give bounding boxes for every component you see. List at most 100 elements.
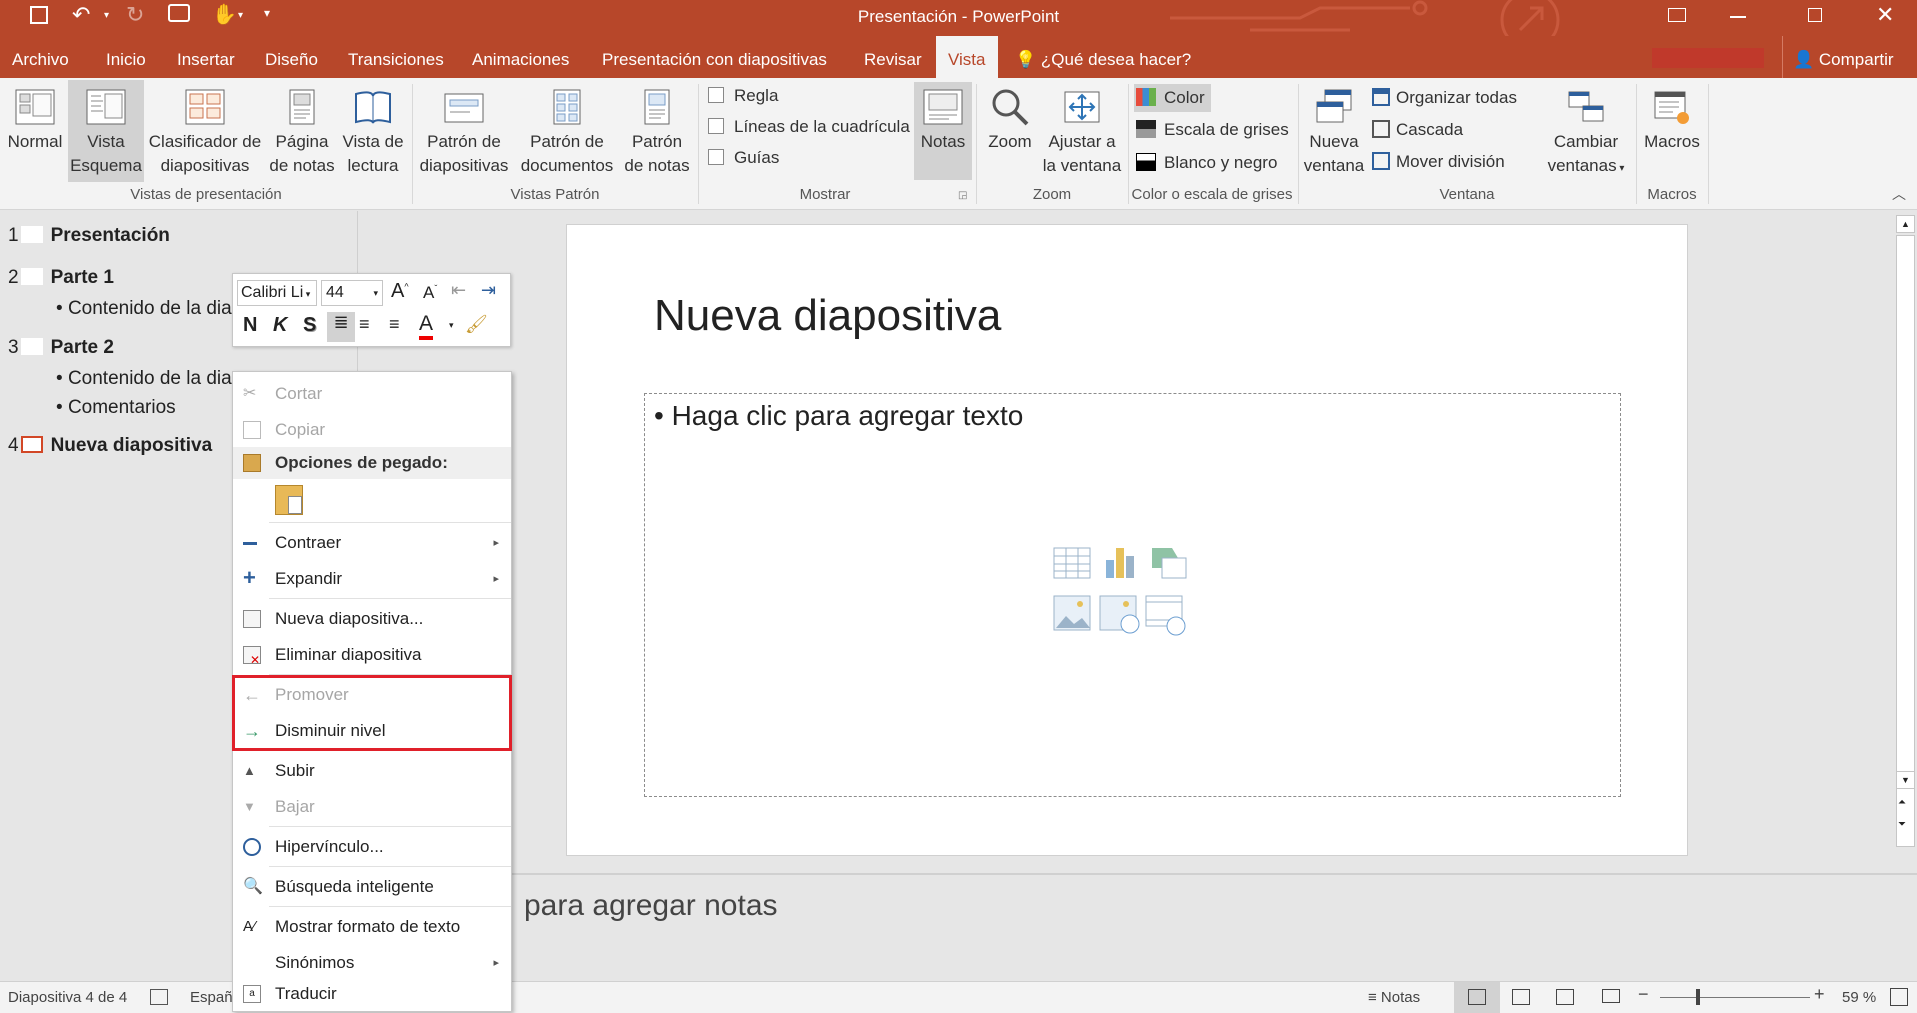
- outline-bullet[interactable]: • Comentarios: [56, 397, 176, 419]
- outline-bullet[interactable]: • Contenido de la dia: [56, 368, 232, 390]
- handout-master-button[interactable]: Patrón de documentos: [515, 88, 619, 178]
- slide-canvas[interactable]: Nueva diapositiva • Haga clic para agreg…: [566, 224, 1688, 856]
- outline-slide-3[interactable]: 3 Parte 2: [8, 337, 114, 359]
- outline-bullet[interactable]: • Contenido de la dia: [56, 298, 232, 320]
- fit-to-window-button[interactable]: Ajustar a la ventana: [1040, 88, 1124, 178]
- insert-chart-icon[interactable]: [1106, 548, 1134, 578]
- insert-smartart-icon[interactable]: [1152, 548, 1187, 579]
- font-size-box[interactable]: 44 ▾: [321, 280, 383, 306]
- format-painter-icon[interactable]: 🖌: [465, 314, 488, 335]
- tab-diseno[interactable]: Diseño: [265, 36, 318, 78]
- zoom-in-icon[interactable]: +: [1814, 984, 1825, 1005]
- tab-archivo[interactable]: Archivo: [12, 36, 69, 78]
- menu-delete-slide[interactable]: ✕ Eliminar diapositiva: [233, 637, 511, 673]
- move-split-button[interactable]: Mover división: [1372, 148, 1505, 176]
- normal-view-status-button[interactable]: [1454, 982, 1500, 1013]
- scroll-thumb[interactable]: [1896, 235, 1915, 847]
- dialog-launcher-icon[interactable]: ◲: [958, 190, 967, 201]
- arrange-all-button[interactable]: Organizar todas: [1372, 84, 1517, 112]
- content-placeholder[interactable]: • Haga clic para agregar texto: [644, 393, 1621, 797]
- tab-transiciones[interactable]: Transiciones: [348, 36, 444, 78]
- notes-page-button[interactable]: Página de notas: [266, 88, 338, 178]
- align-left-icon[interactable]: ≣: [327, 312, 355, 342]
- ruler-checkbox[interactable]: Regla: [708, 82, 778, 110]
- normal-view-button[interactable]: Normal: [2, 88, 68, 154]
- tab-revisar[interactable]: Revisar: [864, 36, 922, 78]
- menu-collapse[interactable]: Contraer ▸: [233, 525, 511, 561]
- color-button[interactable]: Color: [1134, 84, 1211, 112]
- guides-checkbox[interactable]: Guías: [708, 144, 779, 172]
- notes-master-button[interactable]: Patrón de notas: [620, 88, 694, 178]
- paste-keep-text-icon[interactable]: [275, 485, 303, 515]
- outline-view-button[interactable]: Vista Esquema: [68, 80, 144, 182]
- decrease-font-icon[interactable]: Aˇ: [423, 283, 437, 303]
- new-window-button[interactable]: Nueva ventana: [1302, 88, 1366, 178]
- insert-video-icon[interactable]: [1145, 595, 1186, 636]
- outline-slide-1[interactable]: 1 Presentación: [8, 225, 170, 247]
- outline-slide-2[interactable]: 2 Parte 1: [8, 267, 114, 289]
- zoom-button[interactable]: Zoom: [982, 88, 1038, 154]
- italic-button[interactable]: K: [273, 314, 287, 337]
- reading-view-status-icon[interactable]: [1556, 989, 1574, 1005]
- slide-sorter-button[interactable]: Clasificador de diapositivas: [145, 88, 265, 178]
- notes-pane[interactable]: para agregar notas: [358, 873, 1917, 981]
- tell-me-box[interactable]: 💡 ¿Qué desea hacer?: [1015, 36, 1191, 78]
- account-name[interactable]: [1652, 48, 1764, 68]
- menu-move-down[interactable]: ▼ Bajar: [233, 789, 511, 825]
- tab-vista[interactable]: Vista: [936, 36, 998, 78]
- zoom-slider[interactable]: [1660, 997, 1810, 998]
- increase-indent-icon[interactable]: ⇥: [481, 280, 496, 301]
- zoom-slider-thumb[interactable]: [1696, 989, 1700, 1005]
- restore-icon[interactable]: [1808, 8, 1822, 22]
- menu-show-text-formatting[interactable]: A⁄ Mostrar formato de texto: [233, 909, 511, 945]
- zoom-level[interactable]: 59 %: [1842, 989, 1876, 1006]
- close-icon[interactable]: ✕: [1876, 2, 1894, 28]
- slide-sorter-status-icon[interactable]: [1512, 989, 1530, 1005]
- macros-button[interactable]: Macros: [1640, 88, 1704, 154]
- share-button[interactable]: 👤 Compartir: [1782, 36, 1894, 78]
- collapse-ribbon-icon[interactable]: ︿: [1892, 184, 1906, 204]
- scroll-down-icon[interactable]: ▼: [1896, 771, 1915, 789]
- menu-smart-lookup[interactable]: 🔍 Búsqueda inteligente: [233, 869, 511, 905]
- tab-presentacion[interactable]: Presentación con diapositivas: [602, 36, 827, 78]
- insert-table-icon[interactable]: [1053, 547, 1091, 579]
- menu-expand[interactable]: + Expandir ▸: [233, 561, 511, 597]
- slide-title[interactable]: Nueva diapositiva: [654, 291, 1001, 341]
- vertical-scrollbar[interactable]: ▲ ▼ ⏶ ⏷: [1894, 211, 1917, 981]
- next-slide-icon[interactable]: ⏷: [1898, 819, 1906, 830]
- minimize-icon[interactable]: [1730, 16, 1746, 18]
- align-center-icon[interactable]: ≡: [359, 314, 370, 335]
- insert-online-picture-icon[interactable]: [1099, 595, 1140, 634]
- scroll-up-icon[interactable]: ▲: [1896, 215, 1915, 233]
- slideshow-status-icon[interactable]: [1602, 989, 1620, 1003]
- font-color-dropdown-icon[interactable]: ▾: [449, 320, 454, 331]
- increase-font-icon[interactable]: A^: [391, 280, 409, 303]
- menu-move-up[interactable]: ▲ Subir: [233, 753, 511, 789]
- menu-new-slide[interactable]: Nueva diapositiva...: [233, 601, 511, 637]
- slide-master-button[interactable]: Patrón de diapositivas: [416, 88, 512, 178]
- spelling-icon[interactable]: [150, 989, 168, 1005]
- align-right-icon[interactable]: ≡: [389, 314, 400, 335]
- zoom-out-icon[interactable]: −: [1638, 984, 1649, 1005]
- tab-inicio[interactable]: Inicio: [106, 36, 146, 78]
- cascade-button[interactable]: Cascada: [1372, 116, 1463, 144]
- menu-hyperlink[interactable]: Hipervínculo...: [233, 829, 511, 865]
- notes-toggle-button[interactable]: Notas: [914, 82, 972, 180]
- fit-slide-icon[interactable]: [1890, 988, 1908, 1006]
- tab-insertar[interactable]: Insertar: [177, 36, 235, 78]
- menu-copy[interactable]: Copiar: [233, 412, 511, 448]
- previous-slide-icon[interactable]: ⏶: [1898, 797, 1906, 808]
- notes-status-button[interactable]: ≡ Notas: [1368, 989, 1420, 1006]
- switch-windows-button[interactable]: Cambiar ventanas ▾: [1540, 88, 1632, 181]
- menu-translate[interactable]: a Traducir: [233, 976, 511, 1012]
- black-white-button[interactable]: Blanco y negro: [1136, 149, 1277, 177]
- menu-cut[interactable]: ✂ Cortar: [233, 376, 511, 412]
- tab-animaciones[interactable]: Animaciones: [472, 36, 569, 78]
- grayscale-button[interactable]: Escala de grises: [1136, 116, 1289, 144]
- outline-slide-4[interactable]: 4 Nueva diapositiva: [8, 435, 212, 457]
- font-color-icon[interactable]: A: [419, 312, 434, 340]
- decrease-indent-icon[interactable]: ⇤: [451, 280, 466, 301]
- language-indicator[interactable]: Españ: [190, 989, 233, 1006]
- shadow-button[interactable]: S: [303, 314, 316, 337]
- font-name-box[interactable]: Calibri Li ▾: [237, 280, 317, 306]
